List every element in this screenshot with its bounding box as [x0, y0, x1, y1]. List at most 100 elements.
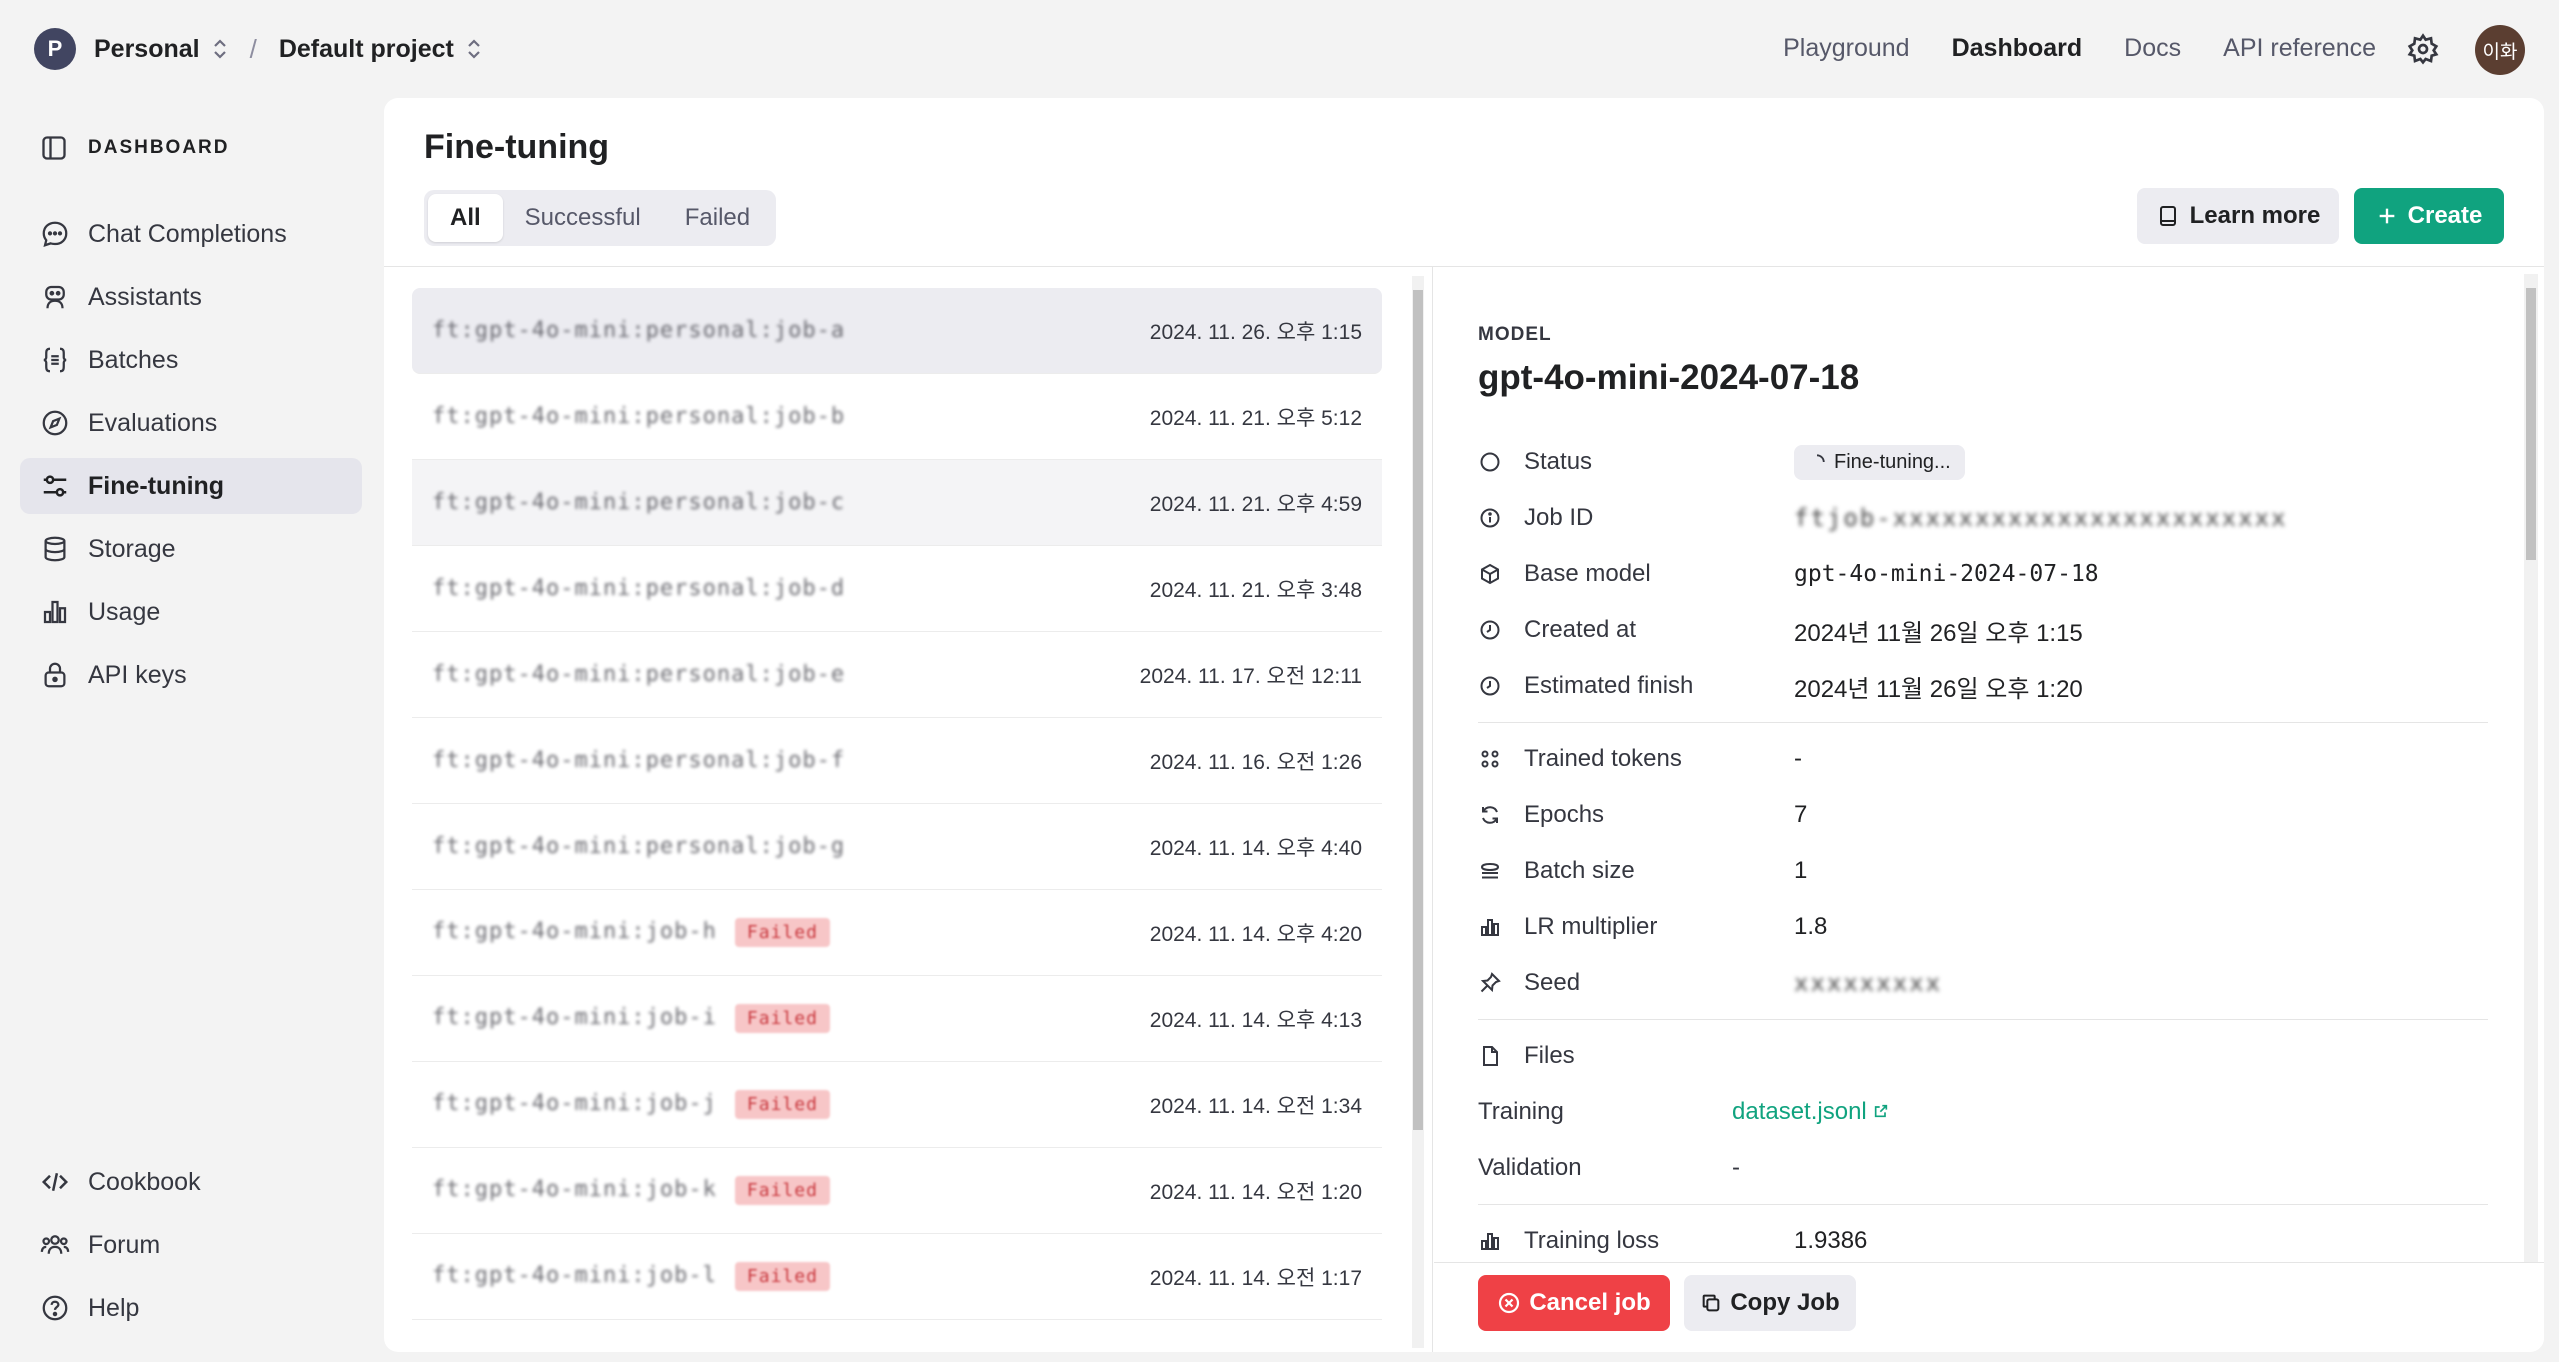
job-row[interactable]: ft:gpt-4o-mini:personal:job-d 2024. 11. …	[412, 546, 1382, 632]
job-id-value[interactable]: ftjob-xxxxxxxxxxxxxxxxxxxxxxxx	[1794, 504, 2287, 532]
job-name: ft:gpt-4o-mini:personal:job-c	[432, 490, 845, 515]
sidebar-nav: Chat Completions Assistants Batches Eval…	[20, 206, 362, 710]
job-row[interactable]: ft:gpt-4o-mini:job-k Failed 2024. 11. 14.…	[412, 1148, 1382, 1234]
scrollbar-thumb[interactable]	[2526, 288, 2536, 560]
tab-successful[interactable]: Successful	[503, 194, 663, 242]
sidebar-item-forum[interactable]: Forum	[20, 1217, 362, 1273]
sidebar-item-assistants[interactable]: Assistants	[20, 269, 362, 325]
job-row[interactable]: ft:gpt-4o-mini:personal:job-e 2024. 11. …	[412, 632, 1382, 718]
job-row[interactable]: ft:gpt-4o-mini:job-i Failed 2024. 11. 14.…	[412, 976, 1382, 1062]
x-circle-icon	[1499, 1292, 1520, 1314]
spinner-icon	[1816, 454, 1825, 463]
org-switcher[interactable]: P Personal / Default project	[34, 28, 482, 70]
sidebar-item-api-keys[interactable]: API keys	[20, 647, 362, 703]
nav-dashboard[interactable]: Dashboard	[1952, 34, 2083, 63]
prop-label: Validation	[1478, 1154, 1582, 1181]
nav-docs[interactable]: Docs	[2124, 34, 2181, 63]
sidebar: DASHBOARD Chat Completions Assistants Ba…	[0, 98, 380, 1362]
clock-icon	[1478, 674, 1508, 698]
tab-all[interactable]: All	[428, 194, 503, 242]
trained-tokens-value: -	[1794, 745, 1802, 772]
job-date: 2024. 11. 14. 오전 1:20	[1149, 1180, 1362, 1204]
prop-label: Epochs	[1524, 801, 1605, 828]
estimated-finish-value: 2024년 11월 26일 오후 1:20	[1794, 675, 2083, 703]
job-name: ft:gpt-4o-mini:personal:job-g	[432, 834, 845, 859]
sidebar-item-fine-tuning[interactable]: Fine-tuning	[20, 458, 362, 514]
status-badge: Failed	[734, 1262, 830, 1291]
job-list-scrollbar[interactable]	[1412, 276, 1424, 1348]
sidebar-item-evaluations[interactable]: Evaluations	[20, 395, 362, 451]
plus-icon	[2379, 208, 2394, 224]
sidebar-item-help[interactable]: Help	[20, 1280, 362, 1336]
detail-scrollbar[interactable]	[2524, 274, 2538, 1344]
sidebar-item-usage[interactable]: Usage	[20, 584, 362, 640]
job-name: ft:gpt-4o-mini:job-k Failed	[432, 1176, 830, 1205]
org-name-label: Personal	[94, 34, 200, 63]
sidebar-item-chat-completions[interactable]: Chat Completions	[20, 206, 362, 262]
job-name-text: ft:gpt-4o-mini:personal:job-d	[432, 576, 846, 601]
training-file-link[interactable]: dataset.jsonl	[1732, 1098, 1889, 1126]
job-row[interactable]: ft:gpt-4o-mini:personal:job-g 2024. 11. …	[412, 804, 1382, 890]
nav-playground[interactable]: Playground	[1783, 34, 1909, 63]
people-icon	[40, 1235, 70, 1254]
learn-more-button[interactable]: Learn more	[2137, 188, 2339, 244]
job-date: 2024. 11. 14. 오전 1:17	[1149, 1266, 1362, 1290]
sidebar-item-storage[interactable]: Storage	[20, 521, 362, 577]
job-date: 2024. 11. 26. 오후 1:15	[1149, 320, 1362, 344]
job-row[interactable]: ft:gpt-4o-mini:job-h Failed 2024. 11. 14.…	[412, 890, 1382, 976]
copy-job-button[interactable]: Copy Job	[1684, 1275, 1856, 1331]
file-icon	[1478, 1044, 1508, 1068]
section-divider	[1478, 1019, 2488, 1020]
job-name: ft:gpt-4o-mini:job-h Failed	[432, 918, 830, 947]
job-name: ft:gpt-4o-mini:personal:job-b	[432, 404, 845, 429]
filter-tabs: All Successful Failed	[424, 190, 777, 246]
prop-label: Training loss	[1524, 1227, 1660, 1254]
job-row[interactable]: ft:gpt-4o-mini:personal:job-b 2024. 11. …	[412, 374, 1382, 460]
job-row[interactable]: ft:gpt-4o-mini:personal:job-f 2024. 11. …	[412, 718, 1382, 804]
prop-label: Seed	[1524, 969, 1581, 996]
create-button[interactable]: Create	[2354, 188, 2504, 244]
sidebar-item-label: Forum	[88, 1230, 161, 1259]
project-name: Default project	[278, 34, 454, 63]
batch-size-value: 1	[1794, 857, 1808, 884]
help-icon	[42, 1295, 68, 1321]
sidebar-toggle-icon[interactable]	[40, 134, 68, 162]
prop-label: Training	[1478, 1098, 1564, 1125]
sidebar-item-label: Cookbook	[88, 1167, 201, 1196]
prop-created-at: Created at 2024년 11월 26일 오후 1:15	[1478, 602, 2488, 658]
tab-failed[interactable]: Failed	[663, 194, 772, 242]
top-bar: P Personal / Default project Playground …	[0, 0, 2559, 98]
info-icon	[1478, 506, 1508, 530]
sidebar-item-cookbook[interactable]: Cookbook	[20, 1154, 362, 1210]
training-loss-value: 1.9386	[1794, 1227, 1868, 1254]
job-date: 2024. 11. 14. 오후 4:20	[1149, 922, 1362, 946]
org-name[interactable]: Personal	[94, 35, 228, 64]
sidebar-item-label: Help	[88, 1293, 140, 1322]
chevron-updown-icon	[213, 39, 226, 59]
project-switcher[interactable]: Default project	[279, 35, 482, 64]
job-name: ft:gpt-4o-mini:job-l Failed	[432, 1262, 830, 1291]
scrollbar-thumb[interactable]	[1413, 290, 1423, 1130]
user-avatar[interactable]: 이화	[2475, 25, 2525, 75]
cancel-job-button[interactable]: Cancel job	[1478, 1275, 1670, 1331]
job-name: ft:gpt-4o-mini:personal:job-e	[432, 662, 845, 687]
gear-icon[interactable]	[2404, 30, 2442, 68]
job-row[interactable]: ft:gpt-4o-mini:personal:job-c 2024. 11. …	[412, 460, 1382, 546]
job-row[interactable]: ft:gpt-4o-mini:personal:job-a 2024. 11. …	[412, 288, 1382, 374]
circle-icon	[1478, 450, 1508, 474]
prop-lr-multiplier: LR multiplier 1.8	[1478, 899, 2488, 955]
sidebar-item-label: Usage	[88, 597, 161, 626]
sidebar-item-label: Batches	[88, 345, 179, 374]
nav-api-reference[interactable]: API reference	[2223, 34, 2376, 63]
prop-epochs: Epochs 7	[1478, 787, 2488, 843]
job-row[interactable]: ft:gpt-4o-mini:job-j Failed 2024. 11. 14.…	[412, 1062, 1382, 1148]
brackets-icon	[43, 347, 67, 373]
job-date: 2024. 11. 17. 오전 12:11	[1139, 664, 1362, 688]
job-date: 2024. 11. 14. 오전 1:34	[1149, 1094, 1362, 1118]
prop-trained-tokens: Trained tokens -	[1478, 731, 2488, 787]
sidebar-item-batches[interactable]: Batches	[20, 332, 362, 388]
status-text: Fine-tuning...	[1834, 450, 1951, 473]
create-label: Create	[2407, 202, 2483, 229]
job-row[interactable]: ft:gpt-4o-mini:job-l Failed 2024. 11. 14.…	[412, 1234, 1382, 1320]
job-name: ft:gpt-4o-mini:job-j Failed	[432, 1090, 830, 1119]
